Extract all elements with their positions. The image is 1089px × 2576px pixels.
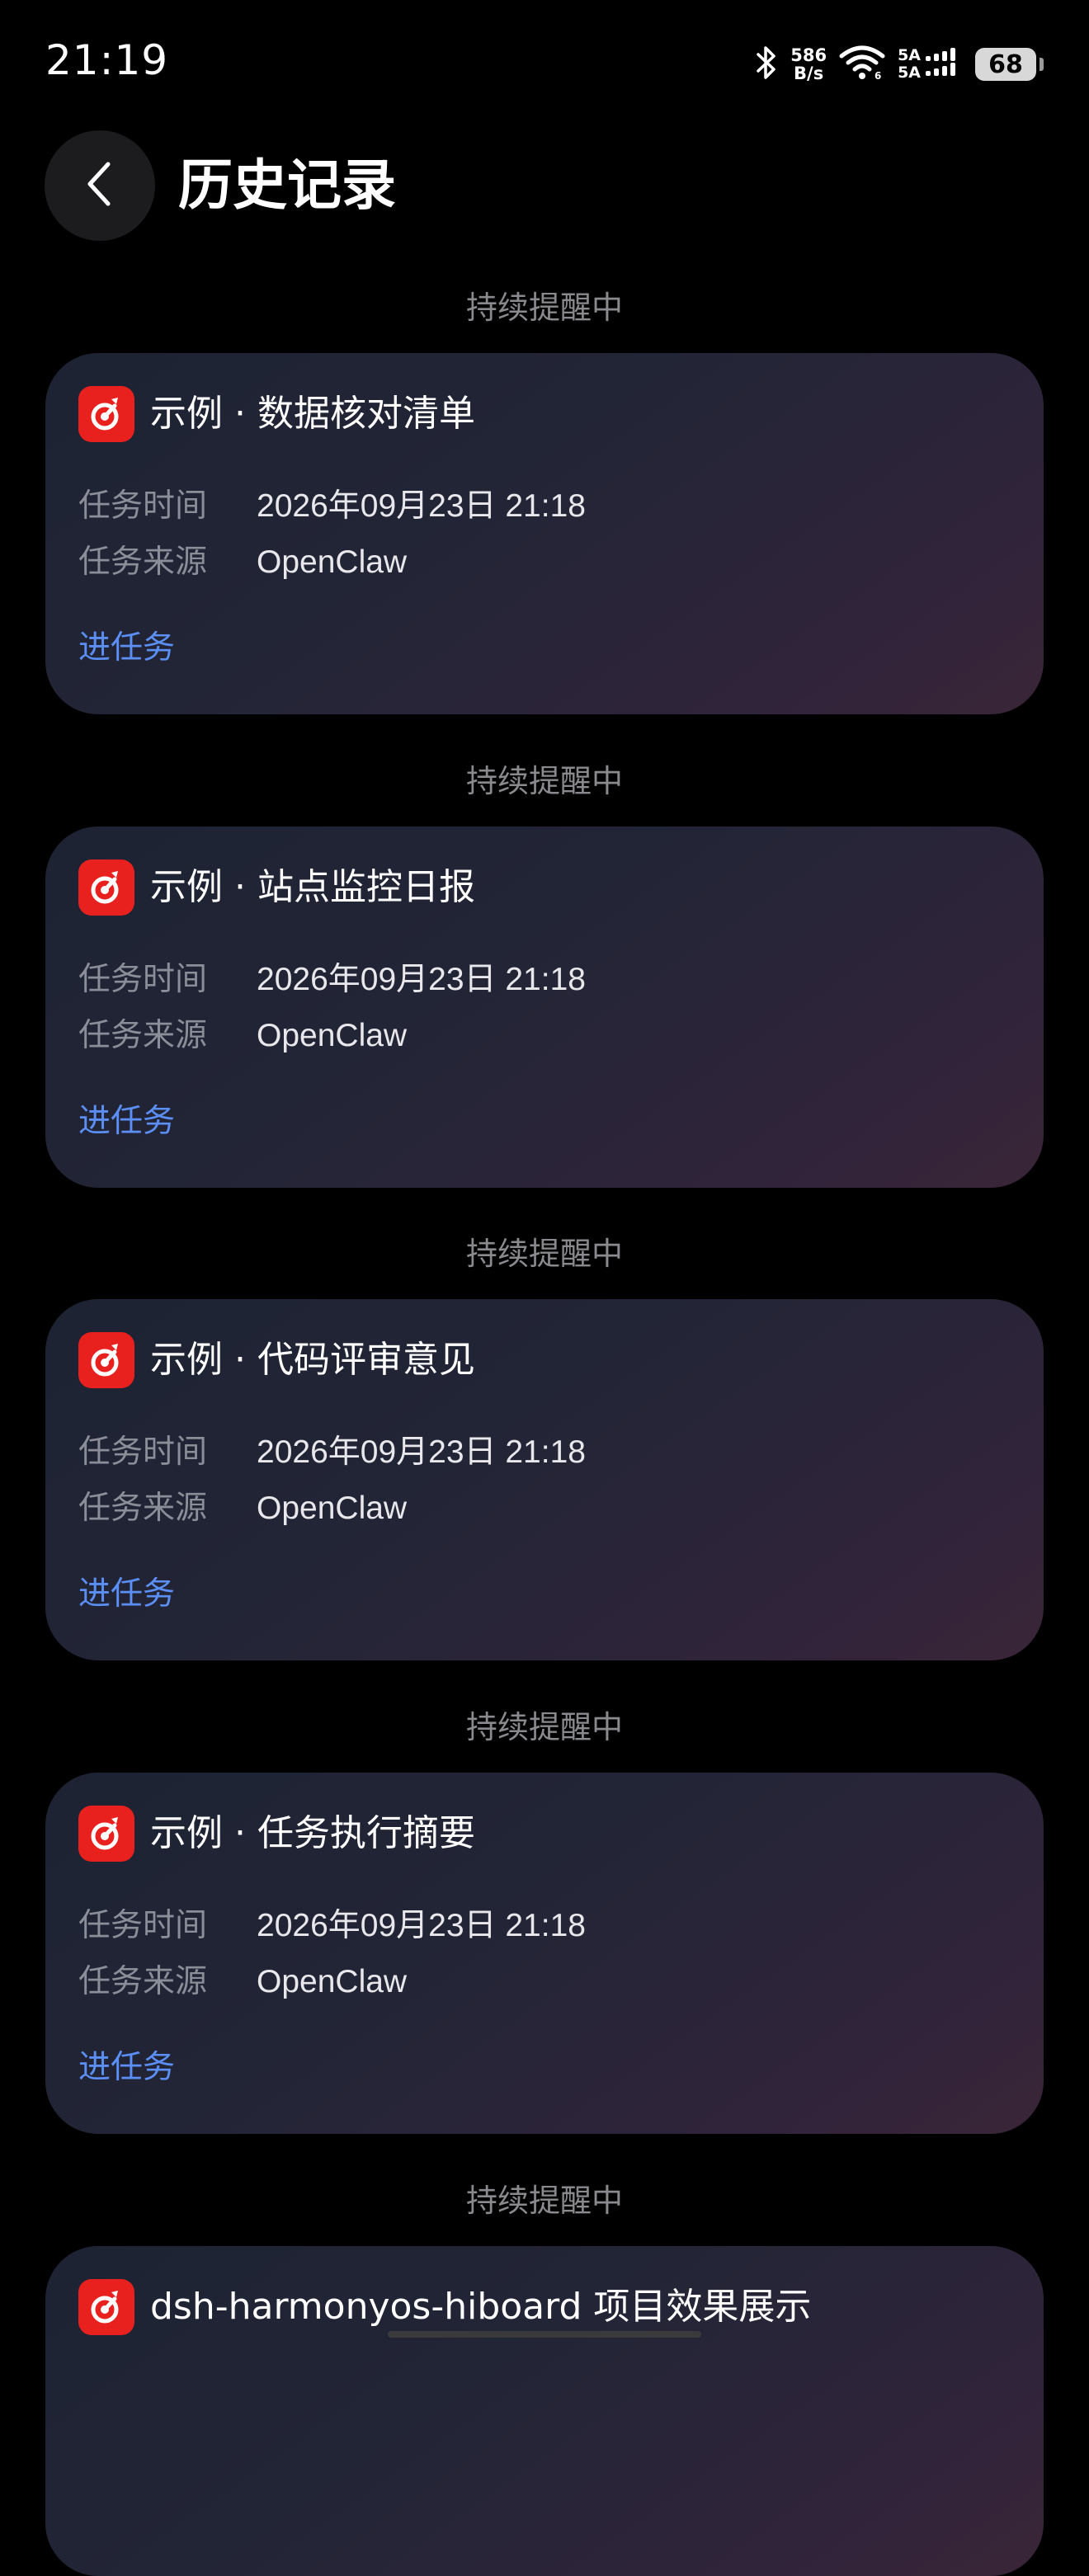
task-card[interactable]: 示例 · 站点监控日报 任务时间 2026年09月23日 21:18 任务来源 … — [45, 826, 1044, 1188]
task-time-label: 任务时间 — [78, 487, 208, 525]
task-source-value: OpenClaw — [257, 1964, 408, 1999]
enter-task-link[interactable]: 进任务 — [78, 2046, 175, 2089]
battery-tip — [1040, 58, 1044, 71]
app-icon — [78, 2279, 134, 2335]
status-label: 持续提醒中 — [465, 1236, 623, 1272]
status-label: 持续提醒中 — [465, 2183, 623, 2219]
svg-text:6: 6 — [874, 70, 881, 81]
status-label: 持续提醒中 — [465, 290, 623, 326]
task-time-value: 2026年09月23日 21:18 — [257, 1908, 586, 1943]
card-title: 示例 · 代码评审意见 — [150, 1339, 475, 1381]
enter-task-link[interactable]: 进任务 — [78, 1573, 175, 1616]
status-bar: 21:19 586 B/s 6 5A 5A 68 — [0, 0, 1089, 124]
home-indicator[interactable] — [388, 2331, 701, 2338]
battery-level: 68 — [988, 49, 1023, 79]
card-title: 示例 · 任务执行摘要 — [150, 1812, 475, 1854]
signal-icon — [924, 45, 964, 84]
sim1-label: 5A — [898, 46, 921, 64]
task-time-label: 任务时间 — [78, 1434, 208, 1471]
task-card[interactable]: 示例 · 代码评审意见 任务时间 2026年09月23日 21:18 任务来源 … — [45, 1299, 1044, 1660]
network-speed-value: 586 — [790, 45, 827, 65]
cellular-signal: 5A 5A — [898, 45, 964, 84]
card-title: 示例 · 站点监控日报 — [150, 866, 475, 908]
card-title: 示例 · 数据核对清单 — [150, 393, 475, 435]
status-label: 持续提醒中 — [465, 1709, 623, 1745]
app-icon — [78, 859, 134, 916]
task-card[interactable]: dsh-harmonyos-hiboard 项目效果展示 — [45, 2246, 1044, 2576]
page-title: 历史记录 — [178, 153, 396, 217]
task-card[interactable]: 示例 · 任务执行摘要 任务时间 2026年09月23日 21:18 任务来源 … — [45, 1773, 1044, 2134]
task-card[interactable]: 示例 · 数据核对清单 任务时间 2026年09月23日 21:18 任务来源 … — [45, 353, 1044, 714]
wifi-icon: 6 — [838, 45, 886, 84]
app-icon — [78, 1332, 134, 1388]
task-source-label: 任务来源 — [78, 544, 208, 581]
status-time: 21:19 — [45, 36, 169, 84]
task-source-label: 任务来源 — [78, 1963, 208, 2000]
app-icon — [78, 386, 134, 442]
task-time-label: 任务时间 — [78, 961, 208, 998]
task-source-label: 任务来源 — [78, 1490, 208, 1527]
task-source-label: 任务来源 — [78, 1017, 208, 1054]
network-speed: 586 B/s — [790, 46, 827, 82]
sim2-label: 5A — [898, 64, 921, 82]
bluetooth-icon — [754, 45, 779, 84]
task-time-label: 任务时间 — [78, 1907, 208, 1944]
task-time-value: 2026年09月23日 21:18 — [257, 962, 586, 997]
card-title: dsh-harmonyos-hiboard 项目效果展示 — [150, 2286, 812, 2328]
enter-task-link[interactable]: 进任务 — [78, 1100, 175, 1143]
network-speed-unit: B/s — [794, 64, 824, 83]
task-source-value: OpenClaw — [257, 1491, 408, 1526]
status-icons: 586 B/s 6 5A 5A 68 — [754, 43, 1044, 86]
app-icon — [78, 1806, 134, 1862]
battery-icon: 68 — [975, 48, 1036, 81]
task-time-value: 2026年09月23日 21:18 — [257, 488, 586, 524]
task-source-value: OpenClaw — [257, 544, 408, 580]
status-label: 持续提醒中 — [465, 763, 623, 799]
task-time-value: 2026年09月23日 21:18 — [257, 1434, 586, 1470]
back-button[interactable] — [45, 130, 155, 241]
enter-task-link[interactable]: 进任务 — [78, 627, 175, 670]
chevron-left-icon — [82, 159, 118, 212]
task-source-value: OpenClaw — [257, 1018, 408, 1053]
